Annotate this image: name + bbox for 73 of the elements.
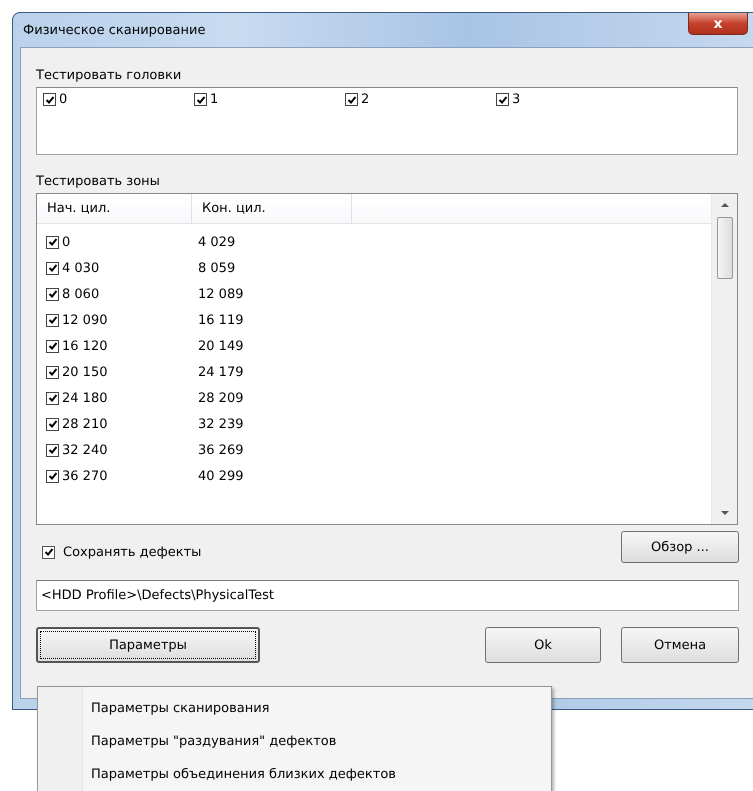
table-cell: 0 [62,234,70,250]
check-icon [48,471,58,481]
checkbox[interactable] [42,546,55,558]
column-header[interactable]: Кон. цил. [192,194,352,223]
table-cell: 28 210 [62,416,108,432]
scrollbar[interactable] [711,194,737,524]
checkbox-label: 0 [59,92,68,107]
checkbox[interactable] [46,314,59,326]
table-cell: 12 089 [198,286,244,302]
check-icon [48,341,58,351]
checkbox-label: 1 [210,92,218,107]
check-icon [346,94,356,104]
browse-button[interactable]: Обзор ... [621,531,739,563]
check-icon [498,94,508,104]
section-label: Тестировать зоны [36,174,161,190]
table-cell: 36 270 [62,468,108,484]
table-cell: 36 269 [198,442,244,458]
checkbox[interactable] [194,93,207,106]
check-icon [44,94,54,104]
table-cell: 20 149 [198,338,244,354]
menu-item[interactable]: Параметры объединения близких дефектов [38,758,551,791]
checkbox[interactable] [46,340,59,352]
table-cell: 28 209 [198,390,244,406]
table-cell: 40 299 [198,468,244,484]
check-icon [48,315,58,325]
table-cell: 16 119 [198,312,244,328]
check-icon [48,237,58,247]
checkbox[interactable] [46,366,59,378]
checkbox[interactable] [46,392,59,404]
check-icon [48,445,58,455]
checkbox[interactable] [46,262,59,274]
checkbox-label: Сохранять дефекты [63,544,202,560]
table-cell: 32 239 [198,416,244,432]
checkbox[interactable] [46,236,59,248]
check-icon [44,547,54,557]
table-cell: 8 059 [198,260,236,276]
scroll-down-icon[interactable] [720,510,730,516]
checkbox[interactable] [46,470,59,482]
check-icon [48,393,58,403]
menu-item[interactable]: Параметры "раздувания" дефектов [38,725,551,758]
check-icon [48,367,58,377]
close-button[interactable]: x [688,13,748,35]
checkbox[interactable] [345,93,358,106]
check-icon [48,263,58,273]
table-cell: 16 120 [62,338,108,354]
parameters-button[interactable]: Параметры [36,627,260,663]
checkbox[interactable] [46,444,59,456]
table-cell: 24 179 [198,364,244,380]
scroll-up-icon[interactable] [720,202,730,208]
check-icon [196,94,206,104]
check-icon [48,289,58,299]
ok-button[interactable]: Ok [485,627,601,663]
section-label: Тестировать головки [36,68,182,84]
table-cell: 20 150 [62,364,108,380]
checkbox[interactable] [46,418,59,430]
table-cell: 4 029 [198,234,236,250]
window-title: Физическое сканирование [22,22,206,38]
checkbox-label: 3 [512,92,520,107]
table-cell: 24 180 [62,390,108,406]
menu-item[interactable]: Параметры сканирования [38,692,551,725]
scroll-thumb[interactable] [716,217,732,279]
checkbox[interactable] [43,93,56,106]
table-cell: 12 090 [62,312,108,328]
table-cell: 32 240 [62,442,108,458]
path-field[interactable]: <HDD Profile>\Defects\PhysicalTest [36,580,739,611]
table-cell: 8 060 [62,286,100,302]
checkbox[interactable] [46,288,59,300]
checkbox[interactable] [496,93,509,106]
table-cell: 4 030 [62,260,100,276]
cancel-button[interactable]: Отмена [621,627,739,663]
column-header[interactable]: Нач. цил. [37,194,192,223]
check-icon [48,419,58,429]
checkbox-label: 2 [361,92,370,107]
